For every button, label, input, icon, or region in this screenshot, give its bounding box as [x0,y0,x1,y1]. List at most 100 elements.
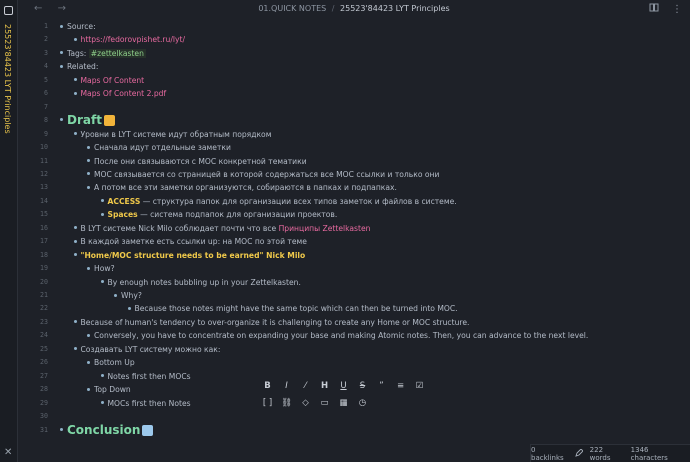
calendar-icon[interactable]: ▦ [334,395,353,411]
bullet-icon[interactable] [100,199,104,203]
line-number: 20 [40,277,48,286]
close-icon[interactable]: ✕ [4,448,12,458]
bullet-icon[interactable] [114,293,117,297]
bold-icon[interactable]: B [258,378,277,394]
bullet-icon[interactable] [73,226,77,230]
list-item[interactable]: 17 В каждой заметке есть ссылки up: на MO… [18,235,690,248]
more-options-icon[interactable]: ⋮ [672,4,682,15]
checkbox-icon[interactable]: ☑ [410,378,429,394]
bullet-icon[interactable] [73,132,77,136]
bullet-icon[interactable] [73,239,77,243]
quote-icon[interactable]: ” [372,378,391,394]
bullet-icon[interactable] [87,266,90,270]
bullet-icon[interactable] [100,212,104,216]
character-count: 1346 characters [630,445,668,462]
bullet-icon[interactable] [87,333,90,337]
bullet-icon[interactable] [100,374,104,378]
bullet-icon[interactable] [60,118,63,122]
list-item[interactable]: 10 Сначала идут отдельные заметки [18,141,690,154]
page-emoji-icon [142,424,154,436]
line-number: 6 [44,89,48,98]
list-item[interactable]: 5 Maps Of Content [18,74,690,87]
bullet-icon[interactable] [73,347,77,351]
internal-link[interactable]: Принципы Zettelkasten [279,224,371,233]
book-icon[interactable] [649,3,662,15]
list-item[interactable]: 11 После они связываются с MOC конкретной… [18,155,690,168]
bullet-icon[interactable] [73,78,77,82]
list-item[interactable]: 20 By enough notes bubbling up in your Ze… [18,276,690,289]
list-item[interactable]: 6 Maps Of Content 2.pdf [18,87,690,100]
line-text: Notes first then MOCs [100,370,191,383]
list-item[interactable]: 21 Why? [18,289,690,302]
line-number: 30 [40,412,48,421]
bullet-icon[interactable] [60,64,63,68]
breadcrumb-file[interactable]: 25523'84423 LYT Principles [340,4,450,13]
bullet-icon[interactable] [87,145,90,149]
embed-icon[interactable]: ▭ [315,395,334,411]
list-item[interactable]: 24 Conversely, you have to concentrate on… [18,329,690,342]
vertical-tab-title[interactable]: 25523'84423 LYT Principles [3,24,12,134]
line-text: А потом все эти заметки организуются, со… [87,181,397,194]
strikethrough-icon[interactable]: S [353,378,372,394]
bullet-icon[interactable] [87,360,90,364]
bullet-icon[interactable] [60,51,63,55]
brackets-icon[interactable]: [ ] [258,395,277,411]
backlinks-count[interactable]: 0 backlinks [531,446,568,462]
list-item[interactable]: 16 В LYT системе Nick Milo соблюдает почт… [18,222,690,235]
list-item[interactable]: 4 Related: [18,60,690,73]
bullet-icon[interactable] [100,280,104,284]
list-item[interactable]: 1 Source: [18,20,690,33]
underline-icon[interactable]: U [334,378,353,394]
bullet-icon[interactable] [100,401,104,405]
list-item[interactable]: 23 Because of human's tendency to over-or… [18,316,690,329]
bullet-icon[interactable] [127,306,131,310]
list-icon[interactable]: ≡ [391,378,410,394]
line-number: 8 [44,116,48,125]
italic-icon[interactable]: I [277,378,296,394]
text-span: Because those notes might have the same … [134,304,458,314]
file-icon[interactable] [4,6,13,15]
bullet-icon[interactable] [60,427,63,431]
pencil-icon[interactable] [574,447,584,459]
bullet-icon[interactable] [73,320,77,324]
list-item[interactable]: 13 А потом все эти заметки организуются, … [18,181,690,194]
list-item[interactable]: 25 Создавать LYT систему можно как: [18,343,690,356]
list-item[interactable]: 18 "Home/MOC structure needs to be earned… [18,249,690,262]
bullet-icon[interactable] [60,24,63,28]
link-icon[interactable]: ⛓ [277,395,296,411]
list-item[interactable]: 9 Уровни в LYT системе идут обратным поря… [18,128,690,141]
list-item[interactable]: 2 https://fedorovpishet.ru/lyt/ [18,33,690,46]
bullet-icon[interactable] [87,387,90,391]
bullet-icon[interactable] [87,185,90,189]
bullet-icon[interactable] [73,253,77,257]
list-item[interactable]: 15 Spaces — система подпапок для организа… [18,208,690,221]
list-item[interactable]: 7 [18,101,690,114]
breadcrumb-folder[interactable]: 01.QUICK NOTES [258,4,326,13]
line-text: By enough notes bubbling up in your Zett… [100,276,301,289]
bullet-icon[interactable] [73,37,77,41]
list-item[interactable]: 22 Because those notes might have the sam… [18,302,690,315]
list-item[interactable]: 30 [18,410,690,423]
internal-link[interactable]: Maps Of Content 2.pdf [81,89,167,98]
heading-icon[interactable]: H [315,378,334,394]
text-span: Conversely, you have to concentrate on e… [94,331,589,341]
clock-icon[interactable]: ◷ [353,395,372,411]
line-text: Bottom Up [87,356,135,369]
heading-line[interactable]: 31 Conclusion [18,423,690,438]
bullet-icon[interactable] [87,159,90,162]
line-text: MOC связывается со страницей в которой с… [87,168,439,181]
list-item[interactable]: 14 ACCESS — структура папок для организац… [18,195,690,208]
line-number: 14 [40,196,48,205]
internal-link[interactable]: https://fedorovpishet.ru/lyt/ [81,35,186,44]
heading-line[interactable]: 8 Draft [18,113,690,128]
list-item[interactable]: 12 MOC связывается со страницей в которой… [18,168,690,181]
internal-link[interactable]: Maps Of Content [81,76,145,85]
list-item[interactable]: 19 How? [18,262,690,275]
bullet-icon[interactable] [73,91,77,95]
tag[interactable]: #zettelkasten [88,48,146,58]
highlight-icon[interactable]: ⁄ [296,378,315,394]
list-item[interactable]: 3 Tags: #zettelkasten [18,47,690,60]
tag-icon[interactable]: ◇ [296,395,315,411]
bullet-icon[interactable] [87,172,90,176]
list-item[interactable]: 26 Bottom Up [18,356,690,369]
